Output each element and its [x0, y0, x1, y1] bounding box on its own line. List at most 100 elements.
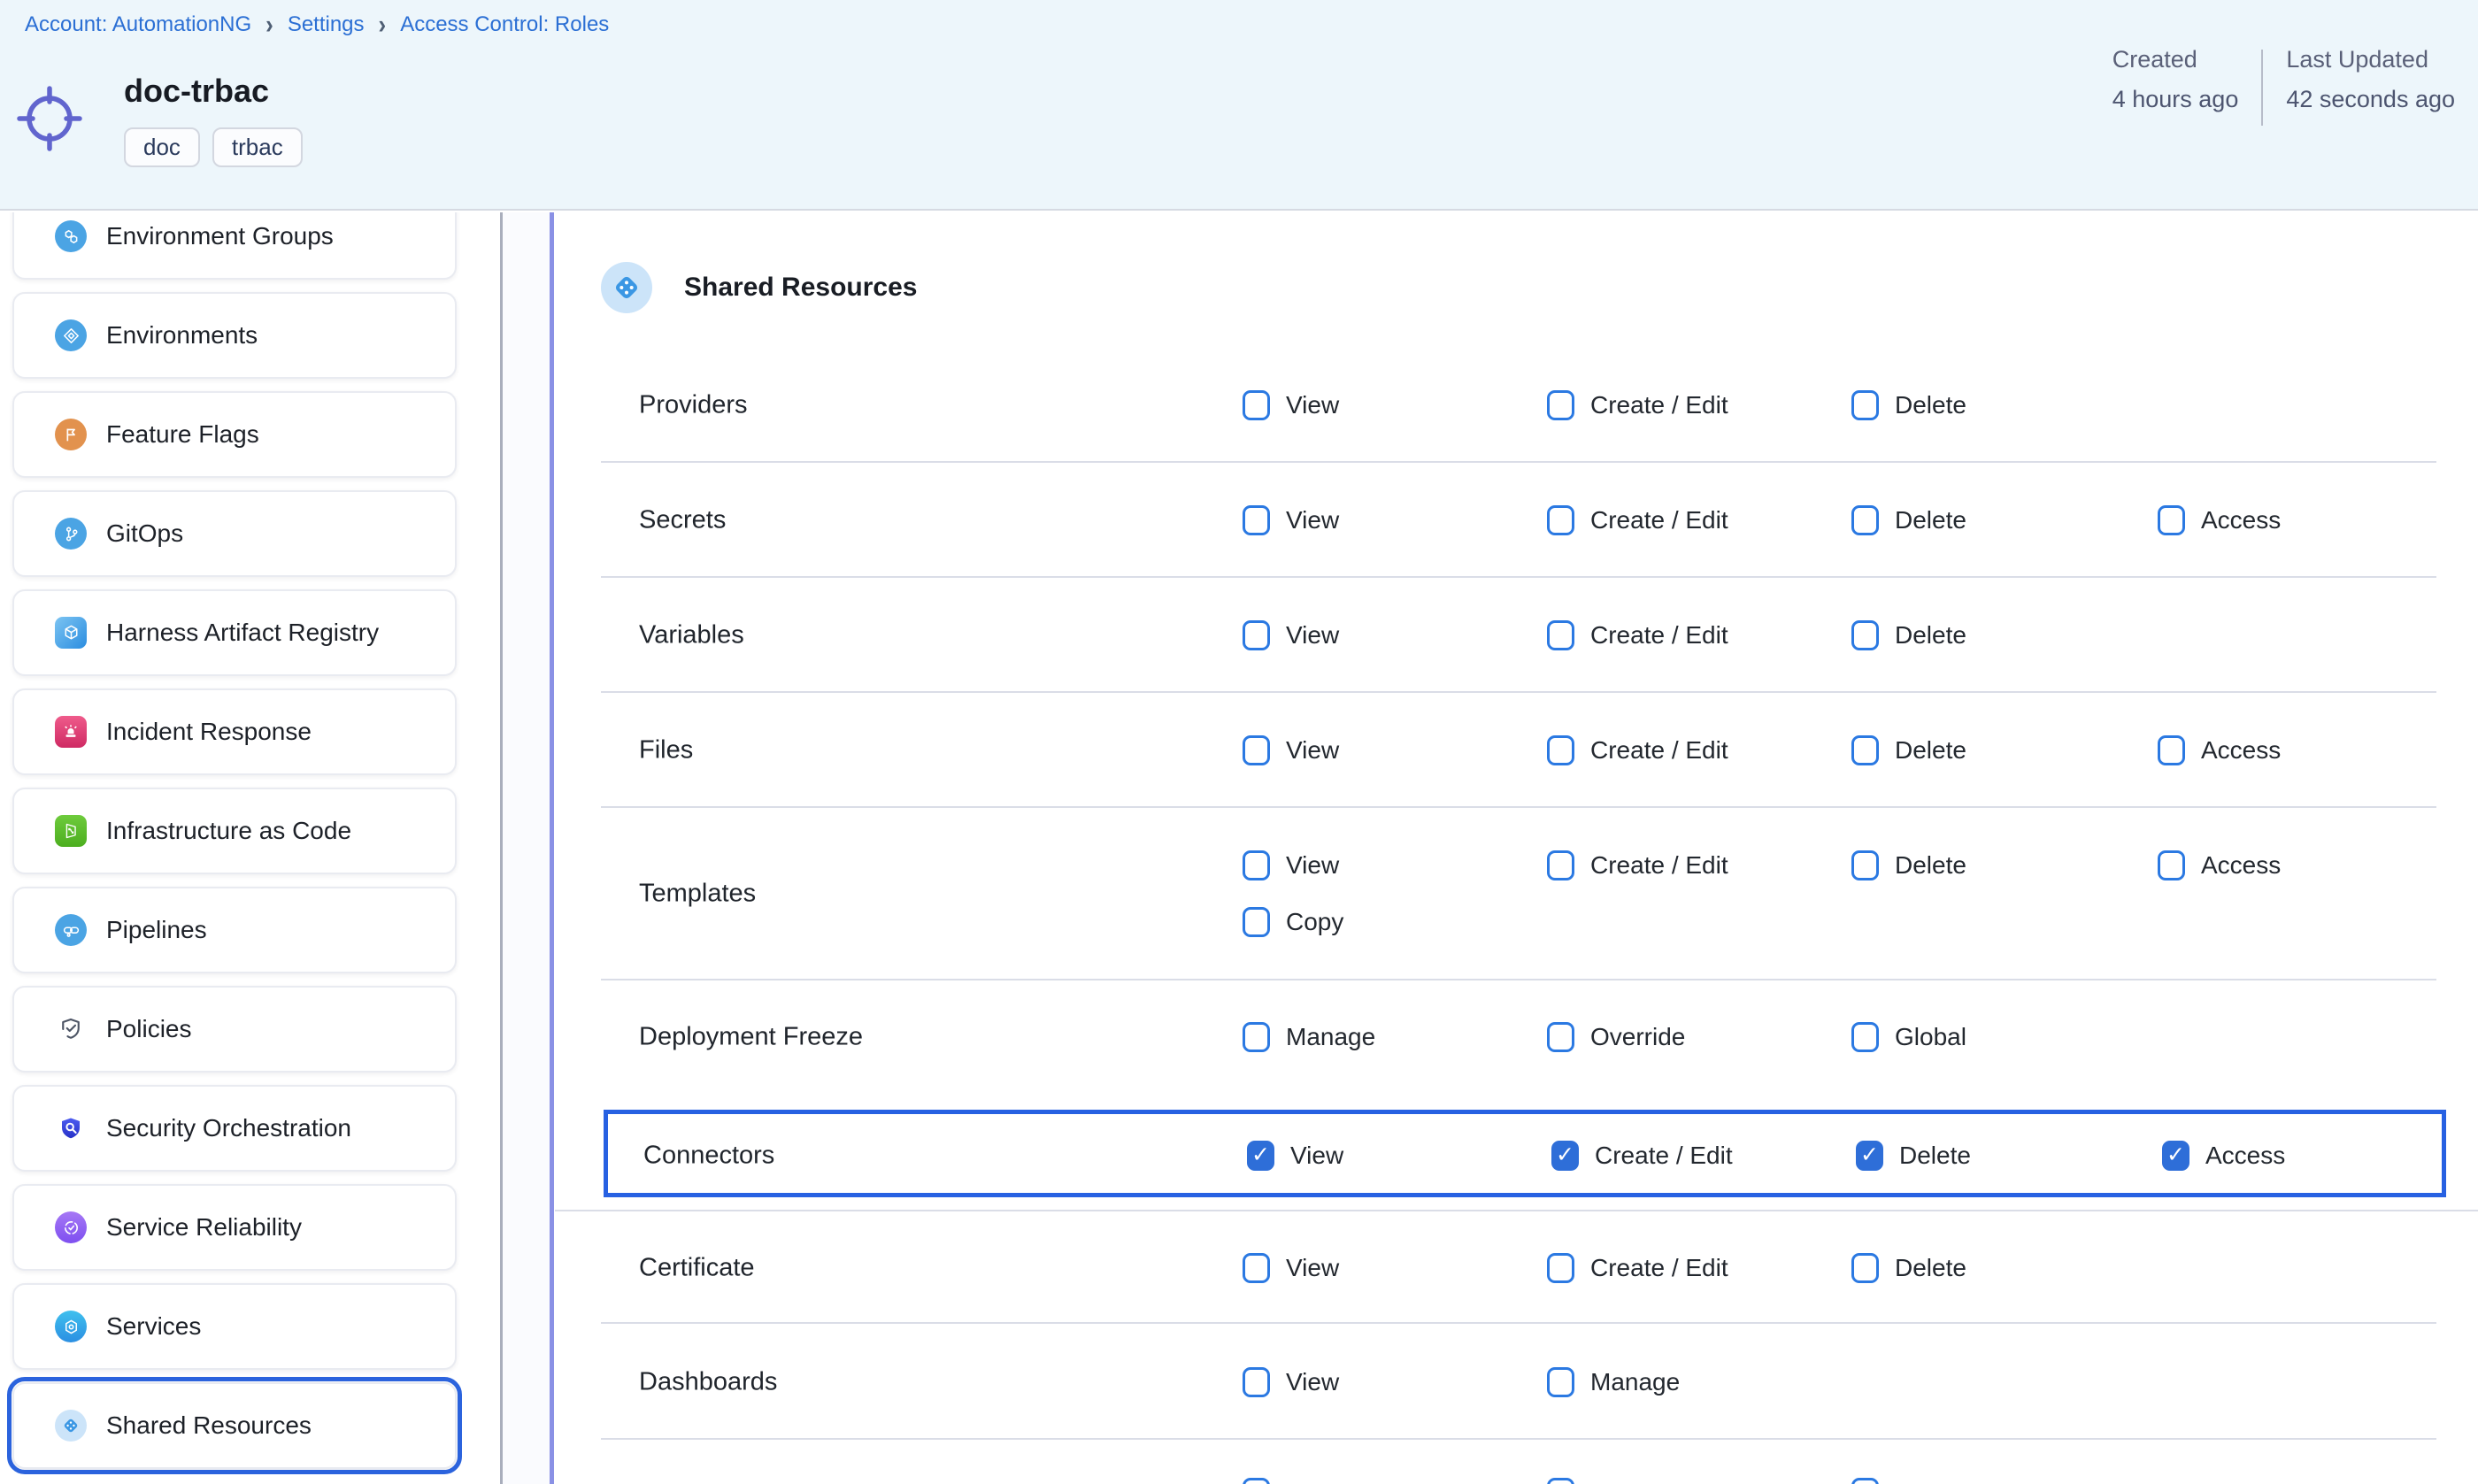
- permission-row-deployment-freeze: Deployment Freeze Manage Override Global: [555, 980, 2478, 1111]
- checkbox-label: Override: [1590, 1023, 1685, 1051]
- checkbox-files-create-edit[interactable]: [1547, 735, 1574, 765]
- checkbox-dashboards-view[interactable]: [1243, 1367, 1270, 1397]
- section-header: Shared Resources: [555, 211, 2478, 348]
- sidebar-item-label: Feature Flags: [106, 420, 259, 449]
- last-updated-label: Last Updated: [2286, 46, 2455, 73]
- breadcrumb-roles-link[interactable]: Access Control: Roles: [400, 12, 609, 37]
- checkbox-templates-copy[interactable]: [1243, 907, 1270, 937]
- incident-response-icon: [55, 716, 87, 748]
- checkbox-templates-create-edit[interactable]: [1547, 850, 1574, 880]
- checkbox-templates-view[interactable]: [1243, 850, 1270, 880]
- last-updated-value: 42 seconds ago: [2286, 86, 2455, 113]
- breadcrumb-settings-link[interactable]: Settings: [288, 12, 365, 37]
- checkbox-deployment-freeze-global[interactable]: [1851, 1022, 1879, 1052]
- sidebar-item-label: Environment Groups: [106, 222, 334, 250]
- created-value: 4 hours ago: [2112, 86, 2239, 113]
- row-label: Dashboards: [639, 1368, 777, 1397]
- sidebar-item-security-orchestration[interactable]: Security Orchestration: [12, 1085, 457, 1172]
- sidebar-item-label: Pipelines: [106, 916, 207, 944]
- checkbox-label: View: [1286, 851, 1339, 880]
- checkbox-dashboards-manage[interactable]: [1547, 1367, 1574, 1397]
- shared-resources-icon: [601, 262, 652, 313]
- checkbox-label: Delete: [1895, 736, 1966, 765]
- checkbox-label: Manage: [1286, 1023, 1375, 1051]
- permission-row-connectors-highlight: Connectors View Create / Edit Delete Acc…: [604, 1110, 2446, 1197]
- checkbox-label: Access: [2201, 736, 2281, 765]
- sidebar-item-policies[interactable]: Policies: [12, 986, 457, 1073]
- checkbox-files-delete[interactable]: [1851, 735, 1879, 765]
- checkbox-files-view[interactable]: [1243, 735, 1270, 765]
- checkbox-connectors-access[interactable]: [2162, 1141, 2189, 1171]
- checkbox-variables-view[interactable]: [1243, 620, 1270, 650]
- breadcrumb-account-link[interactable]: Account: AutomationNG: [25, 12, 251, 37]
- checkbox-connectors-create-edit[interactable]: [1551, 1141, 1579, 1171]
- checkbox-secrets-access[interactable]: [2158, 505, 2185, 535]
- checkbox-label: View: [1286, 1368, 1339, 1396]
- sidebar-item-harness-artifact-registry[interactable]: Harness Artifact Registry: [12, 589, 457, 676]
- checkbox-label: View: [1286, 1254, 1339, 1282]
- checkbox-label: View: [1286, 621, 1339, 650]
- checkbox-label: Create / Edit: [1590, 506, 1728, 534]
- checkbox-certificate-view[interactable]: [1243, 1253, 1270, 1283]
- sidebar-item-feature-flags[interactable]: Feature Flags: [12, 391, 457, 478]
- gitops-icon: [55, 518, 87, 550]
- feature-flags-icon: [55, 419, 87, 450]
- checkbox-deployment-freeze-manage[interactable]: [1243, 1022, 1270, 1052]
- resource-sidebar: Environment Groups Environments Feature …: [0, 212, 500, 1484]
- permission-row-dashboards: Dashboards View Manage: [555, 1324, 2478, 1440]
- meta-block: Created 4 hours ago Last Updated 42 seco…: [2089, 46, 2478, 126]
- sidebar-item-environment-groups[interactable]: Environment Groups: [12, 212, 457, 280]
- tag-list: doc trbac: [124, 127, 303, 167]
- services-icon: [55, 1311, 87, 1342]
- checkbox-certificate-delete[interactable]: [1851, 1253, 1879, 1283]
- created-label: Created: [2112, 46, 2239, 73]
- checkbox-files-access[interactable]: [2158, 735, 2185, 765]
- checkbox-partial[interactable]: [1851, 1478, 1879, 1484]
- row-label: Certificate: [639, 1254, 755, 1283]
- sidebar-item-label: Infrastructure as Code: [106, 817, 351, 845]
- sidebar-item-incident-response[interactable]: Incident Response: [12, 688, 457, 775]
- checkbox-variables-delete[interactable]: [1851, 620, 1879, 650]
- checkbox-providers-view[interactable]: [1243, 390, 1270, 420]
- checkbox-templates-access[interactable]: [2158, 850, 2185, 880]
- chevron-right-icon: ›: [266, 9, 273, 41]
- checkbox-secrets-delete[interactable]: [1851, 505, 1879, 535]
- panel-edge-line: [550, 212, 554, 1484]
- service-reliability-icon: [55, 1211, 87, 1243]
- sidebar-item-infrastructure-as-code[interactable]: Infrastructure as Code: [12, 788, 457, 874]
- checkbox-deployment-freeze-override[interactable]: [1547, 1022, 1574, 1052]
- environment-groups-icon: [55, 220, 87, 252]
- page-title: doc-trbac: [124, 73, 269, 110]
- checkbox-partial[interactable]: [1547, 1478, 1574, 1484]
- row-label: Files: [639, 736, 693, 765]
- checkbox-secrets-create-edit[interactable]: [1547, 505, 1574, 535]
- sidebar-item-pipelines[interactable]: Pipelines: [12, 887, 457, 973]
- checkbox-providers-delete[interactable]: [1851, 390, 1879, 420]
- permission-row-variables: Variables View Create / Edit Delete: [555, 578, 2478, 693]
- checkbox-label: Create / Edit: [1595, 1142, 1733, 1170]
- permissions-panel: Shared Resources Providers View Create /…: [555, 211, 2478, 1484]
- sidebar-item-label: Harness Artifact Registry: [106, 619, 379, 647]
- checkbox-variables-create-edit[interactable]: [1547, 620, 1574, 650]
- checkbox-label: Delete: [1895, 621, 1966, 650]
- sidebar-item-shared-resources[interactable]: Shared Resources: [12, 1382, 457, 1469]
- checkbox-partial[interactable]: [1243, 1478, 1270, 1484]
- sidebar-item-label: Policies: [106, 1015, 191, 1043]
- checkbox-providers-create-edit[interactable]: [1547, 390, 1574, 420]
- checkbox-secrets-view[interactable]: [1243, 505, 1270, 535]
- checkbox-connectors-delete[interactable]: [1856, 1141, 1883, 1171]
- chevron-right-icon: ›: [379, 9, 387, 41]
- policies-icon: [55, 1013, 87, 1045]
- permission-row-certificate: Certificate View Create / Edit Delete: [555, 1210, 2478, 1324]
- checkbox-connectors-view[interactable]: [1247, 1141, 1274, 1171]
- sidebar-item-service-reliability[interactable]: Service Reliability: [12, 1184, 457, 1271]
- sidebar-item-services[interactable]: Services: [12, 1283, 457, 1370]
- sidebar-item-gitops[interactable]: GitOps: [12, 490, 457, 577]
- checkbox-label: Delete: [1895, 391, 1966, 419]
- checkbox-templates-delete[interactable]: [1851, 850, 1879, 880]
- row-label: Templates: [639, 880, 756, 909]
- permission-row-secrets: Secrets View Create / Edit Delete Access: [555, 463, 2478, 578]
- checkbox-certificate-create-edit[interactable]: [1547, 1253, 1574, 1283]
- sidebar-item-label: Service Reliability: [106, 1213, 302, 1242]
- sidebar-item-environments[interactable]: Environments: [12, 292, 457, 379]
